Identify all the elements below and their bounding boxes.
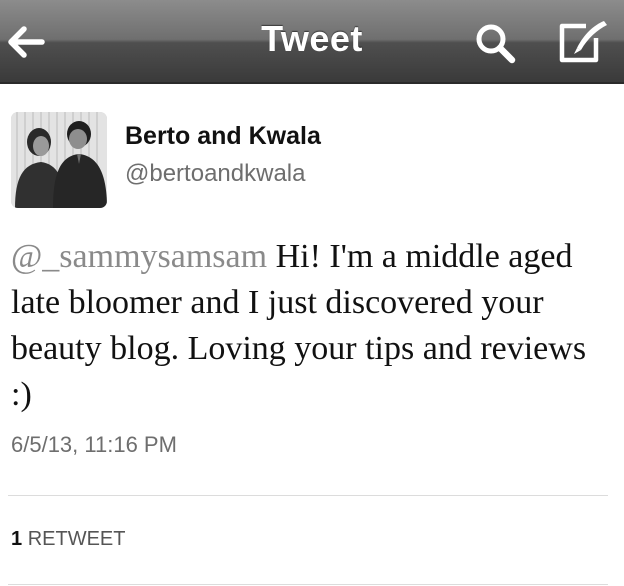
author-handle[interactable]: @bertoandkwala (125, 160, 305, 188)
retweet-label: RETWEET (27, 528, 126, 550)
search-icon[interactable] (472, 20, 518, 66)
divider (8, 584, 608, 585)
divider (8, 495, 608, 496)
tweet-text: @_sammysamsam Hi! I'm a middle aged late… (11, 234, 611, 418)
navigation-bar: Tweet (0, 0, 624, 84)
back-arrow-icon[interactable] (4, 20, 48, 64)
page-title: Tweet (261, 18, 363, 59)
avatar-photo (11, 112, 107, 208)
author-name[interactable]: Berto and Kwala (125, 122, 321, 151)
tweet-author[interactable]: Berto and Kwala @bertoandkwala (0, 108, 624, 208)
retweet-count: 1 (11, 528, 23, 550)
compose-icon[interactable] (556, 18, 610, 66)
tweet-timestamp: 6/5/13, 11:16 PM (11, 432, 177, 457)
mention-link[interactable]: @_sammysamsam (11, 238, 267, 275)
avatar[interactable] (11, 112, 107, 208)
retweet-stat[interactable]: 1 RETWEET (11, 528, 125, 551)
